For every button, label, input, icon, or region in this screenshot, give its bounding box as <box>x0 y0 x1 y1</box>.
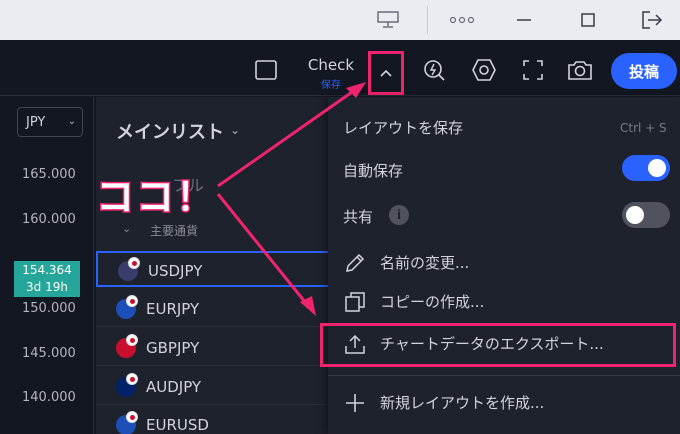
menu-item-rename[interactable]: 名前の変更... <box>380 252 469 273</box>
chevron-down-icon[interactable]: ⌄ <box>230 123 240 137</box>
menu-item-autosave[interactable]: 自動保存 <box>343 160 403 181</box>
menu-item-save-layout[interactable]: レイアウトを保存 <box>343 117 463 138</box>
au-flag-icon <box>116 373 138 397</box>
watchlist-row[interactable]: USDJPY <box>96 251 330 287</box>
fullscreen-icon[interactable] <box>519 56 547 84</box>
chevron-up-icon <box>380 69 392 77</box>
menu-divider <box>328 375 680 376</box>
menu-item-new-layout[interactable]: 新規レイアウトを作成... <box>380 392 544 413</box>
window-title-bar <box>0 0 680 40</box>
watchlist-symbol: AUDJPY <box>146 378 202 396</box>
price-tick: 140.000 <box>22 390 76 405</box>
watchlist-row[interactable]: GBPJPY <box>96 330 330 366</box>
watchlist-group-label[interactable]: 主要通貨 <box>150 222 198 239</box>
upload-icon <box>343 332 367 356</box>
price-tick: 165.000 <box>22 167 76 182</box>
camera-icon[interactable] <box>566 56 594 84</box>
eu-flag-icon <box>116 295 138 319</box>
layout-square-icon[interactable] <box>252 56 280 84</box>
plus-icon <box>343 391 367 415</box>
title-bar-divider <box>427 6 428 34</box>
layout-save-status: 保存 <box>321 80 341 91</box>
bar-countdown: 3d 19h <box>26 280 68 294</box>
layout-menu-toggle[interactable] <box>368 51 404 95</box>
more-icon[interactable] <box>448 8 476 32</box>
app-window: Check 保存 投稿 JPY ⌄ 165.000 160.000 154.36… <box>0 0 680 434</box>
settings-hex-icon[interactable] <box>470 56 498 84</box>
price-tick: 145.000 <box>22 346 76 361</box>
toggle-knob <box>626 206 644 224</box>
current-price-badge: 154.364 3d 19h <box>14 261 80 297</box>
chevron-down-icon[interactable]: ⌄ <box>122 222 131 235</box>
watchlist-symbol: USDJPY <box>148 262 203 280</box>
copy-icon <box>343 290 367 314</box>
chevron-down-icon: ⌄ <box>67 116 76 127</box>
toggle-knob <box>648 159 666 177</box>
menu-item-export-chart-data[interactable]: チャートデータのエクスポート... <box>380 333 604 354</box>
share-toggle[interactable] <box>622 202 670 228</box>
autosave-toggle[interactable] <box>622 155 670 181</box>
publish-button[interactable]: 投稿 <box>611 53 677 89</box>
minimize-icon[interactable] <box>512 8 536 32</box>
logout-icon[interactable] <box>640 8 664 32</box>
eu-flag-icon <box>116 411 138 434</box>
price-tick: 150.000 <box>22 301 76 316</box>
menu-item-share[interactable]: 共有 <box>343 206 373 227</box>
layout-name[interactable]: Check <box>300 56 362 74</box>
quick-search-icon[interactable] <box>420 56 448 84</box>
currency-select[interactable]: JPY ⌄ <box>17 107 83 137</box>
watchlist-row[interactable]: EURUSD <box>96 407 330 434</box>
watchlist-symbol: EURJPY <box>146 300 200 318</box>
save-shortcut: Ctrl + S <box>620 121 667 135</box>
watchlist-title[interactable]: メインリスト <box>116 118 224 144</box>
us-flag-icon <box>118 257 140 281</box>
price-tick: 160.000 <box>22 212 76 227</box>
menu-item-copy[interactable]: コピーの作成... <box>380 291 484 312</box>
watchlist-symbol: EURUSD <box>146 416 209 434</box>
currency-select-value: JPY <box>26 114 46 130</box>
watchlist-row[interactable]: AUDJPY <box>96 369 330 405</box>
watchlist-symbol: GBPJPY <box>146 339 200 357</box>
current-price: 154.364 <box>22 263 72 277</box>
maximize-icon[interactable] <box>576 8 600 32</box>
info-icon[interactable]: i <box>389 205 409 225</box>
annotation-callout: ココ！ <box>94 174 217 221</box>
monitor-icon[interactable] <box>376 8 400 32</box>
pencil-icon <box>343 251 367 275</box>
watchlist-row[interactable]: EURJPY <box>96 291 330 327</box>
uk-flag-icon <box>116 334 138 358</box>
